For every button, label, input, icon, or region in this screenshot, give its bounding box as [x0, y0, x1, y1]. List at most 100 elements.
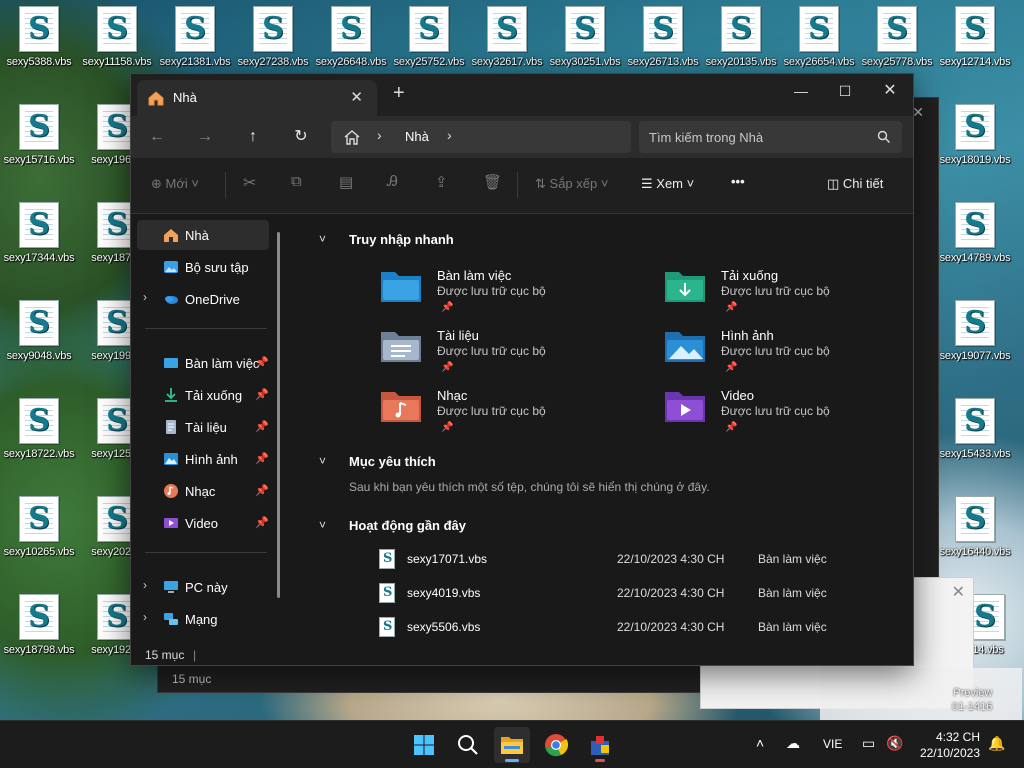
recent-row[interactable]: sexy17071.vbs 22/10/2023 4:30 CH Bàn làm…: [347, 546, 827, 572]
desktop-file-icon[interactable]: Ssexy25752.vbs: [390, 0, 468, 80]
app-taskbar-button[interactable]: [582, 727, 618, 763]
desktop-file-icon[interactable]: Ssexy18722.vbs: [0, 392, 78, 472]
recent-row[interactable]: sexy4019.vbs 22/10/2023 4:30 CH Bàn làm …: [347, 580, 827, 606]
desktop-file-icon[interactable]: Ssexy26648.vbs: [312, 0, 390, 80]
chevron-right-icon[interactable]: ›: [143, 610, 147, 624]
sidebar-item-downloads[interactable]: Tải xuống 📌: [137, 380, 269, 410]
desktop-file-icon[interactable]: Ssexy26654.vbs: [780, 0, 858, 80]
forward-arrow-icon[interactable]: →: [191, 125, 219, 149]
desktop-file-icon[interactable]: Ssexy12714.vbs: [936, 0, 1014, 80]
quick-access-header[interactable]: Truy nhập nhanh: [349, 232, 454, 247]
network-icon[interactable]: ▭: [862, 735, 875, 752]
pin-icon[interactable]: 📌: [255, 452, 269, 465]
clock[interactable]: 4:32 CH 22/10/2023: [916, 729, 980, 761]
desktop-file-icon[interactable]: Ssexy20135.vbs: [702, 0, 780, 80]
quick-access-desktop[interactable]: Bàn làm việc Được lưu trữ cục bộ 📌: [379, 268, 639, 324]
up-arrow-icon[interactable]: ↑: [239, 125, 267, 149]
chevron-down-icon[interactable]: ˅: [319, 454, 326, 468]
tab-home[interactable]: Nhà ✕: [137, 80, 377, 116]
title-bar[interactable]: Nhà ✕ + — ☐ ✕: [131, 74, 913, 116]
copy-icon[interactable]: ⧉: [291, 173, 302, 190]
chevron-right-icon[interactable]: ›: [143, 290, 147, 304]
close-icon[interactable]: ✕: [952, 582, 965, 602]
new-tab-icon[interactable]: +: [393, 82, 405, 105]
pin-icon[interactable]: 📌: [255, 516, 269, 529]
more-options-button[interactable]: •••: [731, 174, 745, 189]
minimize-icon[interactable]: —: [781, 80, 821, 104]
desktop-file-icon[interactable]: Ssexy18798.vbs: [0, 588, 78, 668]
refresh-icon[interactable]: ↻: [287, 125, 315, 149]
delete-icon[interactable]: 🗑: [483, 173, 502, 191]
chevron-up-icon[interactable]: ˄: [756, 735, 764, 751]
sidebar-item-onedrive[interactable]: › OneDrive: [137, 284, 269, 314]
language-indicator[interactable]: VIE: [823, 737, 842, 751]
sidebar-item-videos[interactable]: Video 📌: [137, 508, 269, 538]
rename-icon[interactable]: Ꭿ: [387, 173, 398, 190]
desktop-file-icon[interactable]: Ssexy5388.vbs: [0, 0, 78, 80]
sort-button[interactable]: ⇅ Sắp xếp ˅: [535, 176, 608, 192]
pin-icon[interactable]: 📌: [255, 388, 269, 401]
file-explorer-window[interactable]: Nhà ✕ + — ☐ ✕ ← → ↑ ↻ › Nhà › ⊕ Mới: [130, 73, 914, 666]
quick-access-documents[interactable]: Tài liệu Được lưu trữ cục bộ 📌: [379, 328, 639, 384]
desktop-file-icon[interactable]: Ssexy27238.vbs: [234, 0, 312, 80]
close-window-icon[interactable]: ✕: [870, 80, 910, 104]
desktop-file-icon[interactable]: Ssexy15433.vbs: [936, 392, 1014, 472]
quick-access-music[interactable]: Nhạc Được lưu trữ cục bộ 📌: [379, 388, 639, 444]
maximize-icon[interactable]: ☐: [825, 80, 865, 104]
notification-bell-icon[interactable]: 🔔: [988, 735, 1005, 752]
chevron-down-icon[interactable]: ˅: [319, 232, 326, 246]
desktop-file-icon[interactable]: Ssexy17344.vbs: [0, 196, 78, 276]
recent-header[interactable]: Hoạt động gần đây: [349, 518, 466, 533]
desktop-file-icon[interactable]: Ssexy21381.vbs: [156, 0, 234, 80]
desktop-file-icon[interactable]: Ssexy18019.vbs: [936, 98, 1014, 178]
file-explorer-taskbar-button[interactable]: [494, 727, 530, 763]
quick-access-pictures[interactable]: Hình ảnh Được lưu trữ cục bộ 📌: [663, 328, 913, 384]
desktop-file-icon[interactable]: Ssexy14789.vbs: [936, 196, 1014, 276]
back-arrow-icon[interactable]: ←: [143, 125, 171, 149]
search-button[interactable]: [450, 727, 486, 763]
pin-icon[interactable]: 📌: [255, 356, 269, 369]
desktop-file-icon[interactable]: Ssexy30251.vbs: [546, 0, 624, 80]
desktop-file-icon[interactable]: Ssexy25778.vbs: [858, 0, 936, 80]
sidebar-item-this-pc[interactable]: › PC này: [137, 572, 269, 602]
details-button[interactable]: ◫ Chi tiết: [827, 176, 883, 192]
sidebar-item-pictures[interactable]: Hình ảnh 📌: [137, 444, 269, 474]
new-button[interactable]: ⊕ Mới ˅: [151, 176, 199, 192]
sidebar-item-gallery[interactable]: Bộ sưu tập: [137, 252, 269, 282]
share-icon[interactable]: ⇪: [435, 173, 448, 191]
quick-access-videos[interactable]: Video Được lưu trữ cục bộ 📌: [663, 388, 913, 444]
desktop-file-icon[interactable]: Ssexy32617.vbs: [468, 0, 546, 80]
quick-access-downloads[interactable]: Tải xuống Được lưu trữ cục bộ 📌: [663, 268, 913, 324]
breadcrumb-home[interactable]: Nhà: [405, 129, 429, 144]
desktop-file-icon[interactable]: Ssexy16440.vbs: [936, 490, 1014, 570]
sidebar-item-home[interactable]: Nhà: [137, 220, 269, 250]
paste-icon[interactable]: ▤: [339, 173, 353, 191]
recent-row[interactable]: sexy5506.vbs 22/10/2023 4:30 CH Bàn làm …: [347, 614, 827, 640]
desktop-file-icon[interactable]: Ssexy11158.vbs: [78, 0, 156, 80]
search-icon[interactable]: [877, 130, 891, 144]
close-icon[interactable]: ✕: [912, 104, 924, 121]
onedrive-tray-icon[interactable]: ☁: [786, 735, 800, 752]
favorites-header[interactable]: Mục yêu thích: [349, 454, 436, 469]
desktop-file-icon[interactable]: Ssexy26713.vbs: [624, 0, 702, 80]
sidebar-item-documents[interactable]: Tài liệu 📌: [137, 412, 269, 442]
desktop-file-icon[interactable]: Ssexy15716.vbs: [0, 98, 78, 178]
start-button[interactable]: [406, 727, 442, 763]
address-bar[interactable]: › Nhà ›: [331, 121, 631, 153]
close-tab-icon[interactable]: ✕: [350, 88, 363, 106]
volume-muted-icon[interactable]: 🔇: [886, 735, 903, 752]
view-button[interactable]: ☰ Xem ˅: [641, 176, 694, 192]
pin-icon[interactable]: 📌: [255, 484, 269, 497]
desktop-file-icon[interactable]: Ssexy9048.vbs: [0, 294, 78, 374]
sidebar-item-music[interactable]: Nhạc 📌: [137, 476, 269, 506]
search-input[interactable]: [639, 121, 902, 153]
pin-icon[interactable]: 📌: [255, 420, 269, 433]
desktop-file-icon[interactable]: Ssexy19077.vbs: [936, 294, 1014, 374]
sidebar-item-desktop[interactable]: Bàn làm việc 📌: [137, 348, 269, 378]
chevron-down-icon[interactable]: ˅: [319, 518, 326, 532]
sidebar-item-network[interactable]: › Mạng: [137, 604, 269, 634]
chevron-right-icon[interactable]: ›: [447, 127, 452, 143]
cut-icon[interactable]: ✂: [243, 173, 256, 193]
desktop-file-icon[interactable]: Ssexy10265.vbs: [0, 490, 78, 570]
sidebar-scrollbar[interactable]: [277, 232, 280, 598]
